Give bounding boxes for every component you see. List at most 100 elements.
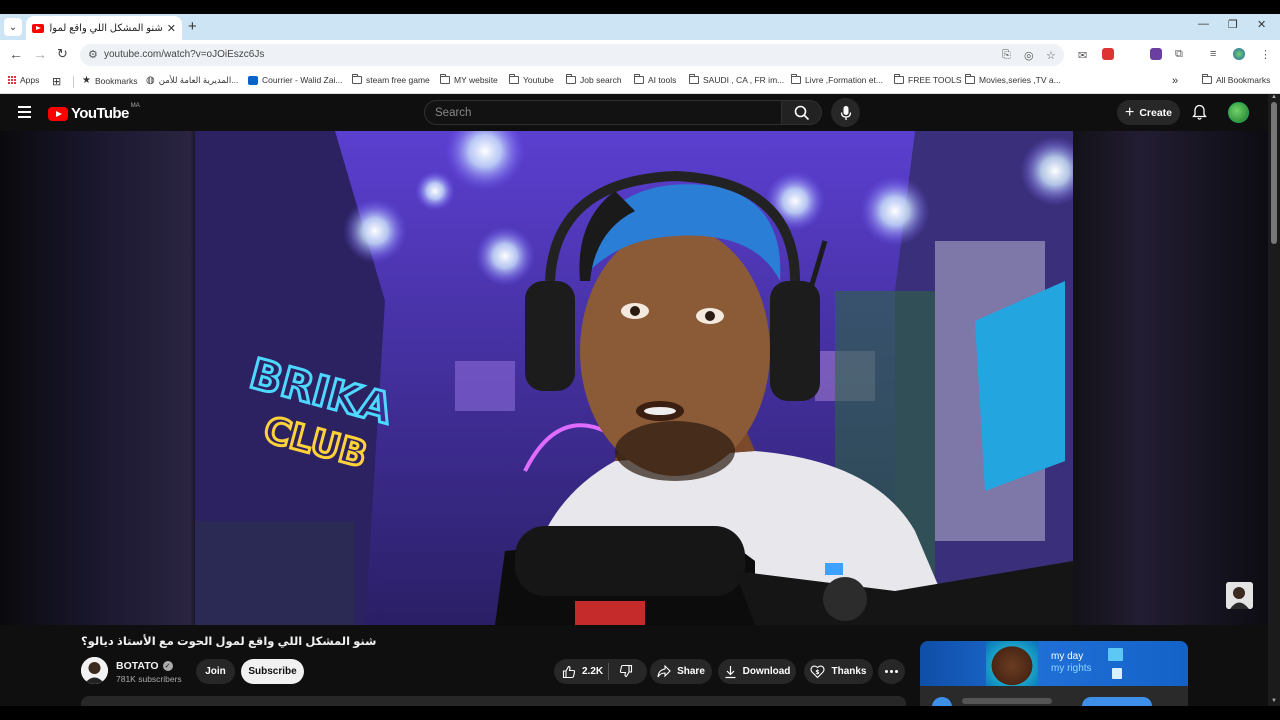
- channel-name[interactable]: BOTATO ✓: [116, 660, 173, 672]
- ad-cta-button[interactable]: [1082, 697, 1152, 706]
- create-label: Create: [1139, 106, 1173, 119]
- thumbs-down-icon[interactable]: [619, 664, 633, 678]
- folder-icon: [894, 74, 904, 84]
- reload-icon[interactable]: ↻: [57, 46, 68, 62]
- browser-toolbar: ← → ↻ ⚙ youtube.com/watch?v=oJOiEszc6Js …: [0, 40, 1280, 70]
- account-avatar[interactable]: [1228, 102, 1249, 123]
- forward-icon[interactable]: →: [33, 46, 47, 62]
- bookmarks-separator: [73, 76, 74, 88]
- window-close-icon[interactable]: ✕: [1257, 18, 1266, 31]
- bookmark-steam-free-game[interactable]: steam free game: [352, 74, 430, 85]
- restore-icon[interactable]: ❐: [1228, 18, 1238, 31]
- notifications-bell-icon[interactable]: [1192, 104, 1207, 121]
- ad-line-2: my rights: [1051, 663, 1092, 674]
- description-box[interactable]: [81, 696, 906, 706]
- more-bookmarks-icon[interactable]: »: [1172, 75, 1178, 87]
- tab-groups-icon[interactable]: ⊞: [52, 75, 61, 88]
- bookmark-label: المديرية العامة للأمن...: [158, 75, 239, 85]
- active-tab[interactable]: شنو المشكل اللي واقع لمول الحو... ✕: [26, 16, 182, 40]
- share-button[interactable]: Share: [650, 659, 712, 684]
- megaphone-extension-icon[interactable]: [1102, 48, 1114, 60]
- bookmark-star-icon[interactable]: ☆: [1046, 49, 1056, 62]
- bookmark-livre[interactable]: Livre ,Formation et...: [791, 74, 883, 85]
- minimize-icon[interactable]: —: [1198, 18, 1209, 30]
- search-input[interactable]: [425, 101, 781, 124]
- bookmark-my-website[interactable]: MY website: [440, 74, 498, 85]
- site-info-icon[interactable]: ⚙: [88, 48, 98, 61]
- folder-icon: [440, 74, 450, 84]
- subscribe-button[interactable]: Subscribe: [241, 659, 304, 684]
- scrollbar-thumb[interactable]: [1271, 102, 1277, 244]
- bookmark-youtube[interactable]: Youtube: [509, 74, 554, 85]
- voice-search-button[interactable]: [831, 98, 860, 127]
- scroll-down-icon[interactable]: ▼: [1271, 698, 1277, 704]
- puzzle-extensions-icon[interactable]: ⧉: [1175, 48, 1183, 61]
- verified-check-icon: ✓: [162, 661, 173, 671]
- bookmark-courrier[interactable]: Courrier - Walid Zai...: [248, 75, 342, 85]
- profile-icon[interactable]: [1233, 48, 1245, 60]
- mail-extension-icon[interactable]: ✉: [1078, 49, 1087, 62]
- ad-badge-icon: [1108, 648, 1123, 661]
- address-bar[interactable]: ⚙ youtube.com/watch?v=oJOiEszc6Js ⎘ ◎ ☆: [80, 44, 1064, 66]
- download-button[interactable]: Download: [718, 659, 796, 684]
- bookmark-free-tools[interactable]: FREE TOOLS: [894, 74, 962, 85]
- channel-avatar[interactable]: [81, 657, 108, 684]
- bookmark-bookmarks[interactable]: ★ Bookmarks: [82, 75, 137, 86]
- tab-close-icon[interactable]: ✕: [167, 22, 176, 35]
- bookmark-label: Youtube: [523, 75, 554, 85]
- thumbs-up-icon[interactable]: [562, 665, 576, 679]
- folder-icon: [566, 74, 576, 84]
- bookmark-label: steam free game: [366, 75, 430, 85]
- tab-search-button[interactable]: ⌄: [4, 18, 22, 36]
- screen-bottom-border: [0, 706, 1280, 720]
- bookmark-saudi[interactable]: SAUDI , CA , FR im...: [689, 74, 784, 85]
- search-box[interactable]: [424, 100, 782, 125]
- like-divider: [608, 663, 609, 680]
- chrome-menu-icon[interactable]: ⋮: [1260, 48, 1271, 61]
- eye-off-icon[interactable]: ◎: [1024, 49, 1034, 62]
- more-actions-button[interactable]: [878, 659, 905, 684]
- video-player[interactable]: BRIKA CLUB: [195, 131, 1073, 625]
- scroll-up-icon[interactable]: ▲: [1271, 94, 1277, 100]
- like-count[interactable]: 2.2K: [582, 666, 603, 677]
- install-app-icon[interactable]: ⎘: [1002, 49, 1011, 62]
- ad-document-icon: [1112, 668, 1122, 679]
- star-icon: ★: [82, 75, 91, 86]
- bookmark-apps[interactable]: Apps: [8, 75, 39, 85]
- folder-icon: [965, 74, 975, 84]
- youtube-header: YouTube MA + Create: [0, 94, 1268, 131]
- youtube-logo[interactable]: YouTube MA: [48, 103, 140, 122]
- bookmark-label: FREE TOOLS: [908, 75, 962, 85]
- bookmark-job-search[interactable]: Job search: [566, 74, 622, 85]
- bookmark-movies[interactable]: Movies,series ,TV a...: [965, 74, 1061, 85]
- join-button[interactable]: Join: [196, 659, 235, 684]
- page-scrollbar[interactable]: ▲ ▼: [1268, 94, 1280, 706]
- extension-icon[interactable]: [1150, 48, 1162, 60]
- tab-title: شنو المشكل اللي واقع لمول الحو...: [50, 22, 163, 34]
- media-controls-icon[interactable]: ≡: [1210, 48, 1216, 60]
- channel-watermark[interactable]: [1226, 582, 1253, 609]
- bookmark-label: Job search: [580, 75, 622, 85]
- bookmark-label: MY website: [454, 75, 498, 85]
- create-button[interactable]: + Create: [1117, 100, 1180, 125]
- new-tab-button[interactable]: +: [188, 18, 197, 35]
- all-bookmarks[interactable]: All Bookmarks: [1202, 74, 1270, 85]
- logo-text: YouTube: [71, 105, 129, 122]
- page: ⌄ شنو المشكل اللي واقع لمول الحو... ✕ + …: [0, 0, 1280, 720]
- ad-line-1: my day: [1051, 651, 1084, 662]
- thanks-button[interactable]: $ Thanks: [804, 659, 873, 684]
- channel-name-text[interactable]: BOTATO: [116, 660, 159, 672]
- folder-icon: [634, 74, 644, 84]
- screen-top-border: [0, 0, 1280, 14]
- subscriber-count: 781K subscribers: [116, 674, 182, 684]
- bookmark-dgsn[interactable]: ◍ المديرية العامة للأمن...: [146, 75, 238, 86]
- url-text[interactable]: youtube.com/watch?v=oJOiEszc6Js: [104, 49, 264, 60]
- bookmark-ai-tools[interactable]: AI tools: [634, 74, 676, 85]
- video-frame: BRIKA CLUB: [195, 131, 1073, 625]
- search-button[interactable]: [781, 100, 822, 125]
- ad-card[interactable]: my day my rights: [920, 641, 1188, 706]
- back-icon[interactable]: ←: [9, 46, 23, 62]
- plus-icon: +: [1124, 103, 1135, 121]
- menu-icon[interactable]: [18, 106, 31, 121]
- watermark-avatar-icon: [1226, 582, 1253, 609]
